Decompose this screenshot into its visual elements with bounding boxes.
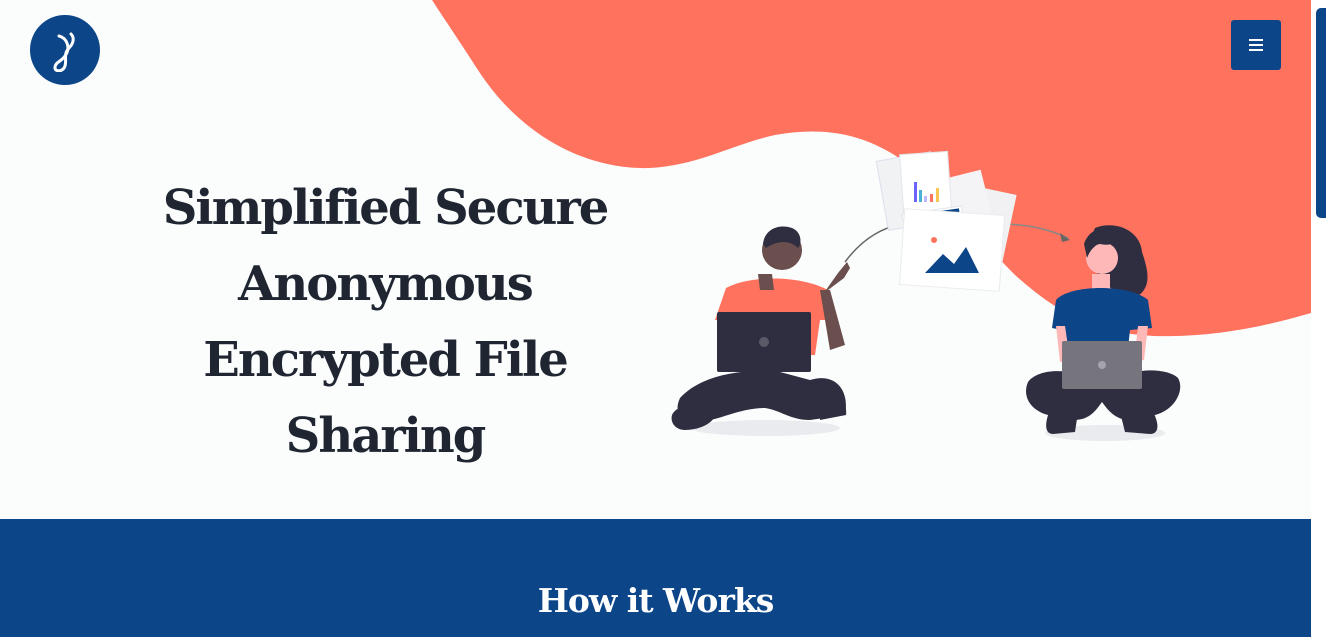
site-logo[interactable]: [30, 15, 100, 85]
documents-stack-icon: [875, 150, 1017, 292]
hamburger-menu-icon: [1249, 39, 1263, 51]
how-it-works-title: How it Works: [537, 581, 775, 620]
hero-title-line: Encrypted File: [203, 332, 569, 388]
hero-section: Simplified Secure Anonymous Encrypted Fi…: [0, 0, 1311, 519]
person-with-laptop-right: [1026, 225, 1181, 434]
file-sharing-illustration: [671, 150, 1181, 441]
hero-title-line: Sharing: [285, 408, 487, 464]
page: Simplified Secure Anonymous Encrypted Fi…: [0, 0, 1311, 637]
ab-monogram-icon: [53, 32, 75, 72]
menu-button[interactable]: [1231, 20, 1281, 70]
person-with-laptop-left: [671, 226, 850, 430]
hero-title-line: Simplified Secure: [162, 180, 610, 236]
hero-title: Simplified Secure Anonymous Encrypted Fi…: [140, 170, 630, 474]
how-it-works-section: How it Works: [0, 519, 1311, 637]
scrollbar-thumb[interactable]: [1316, 8, 1326, 218]
hero-title-line: Anonymous: [238, 256, 534, 312]
